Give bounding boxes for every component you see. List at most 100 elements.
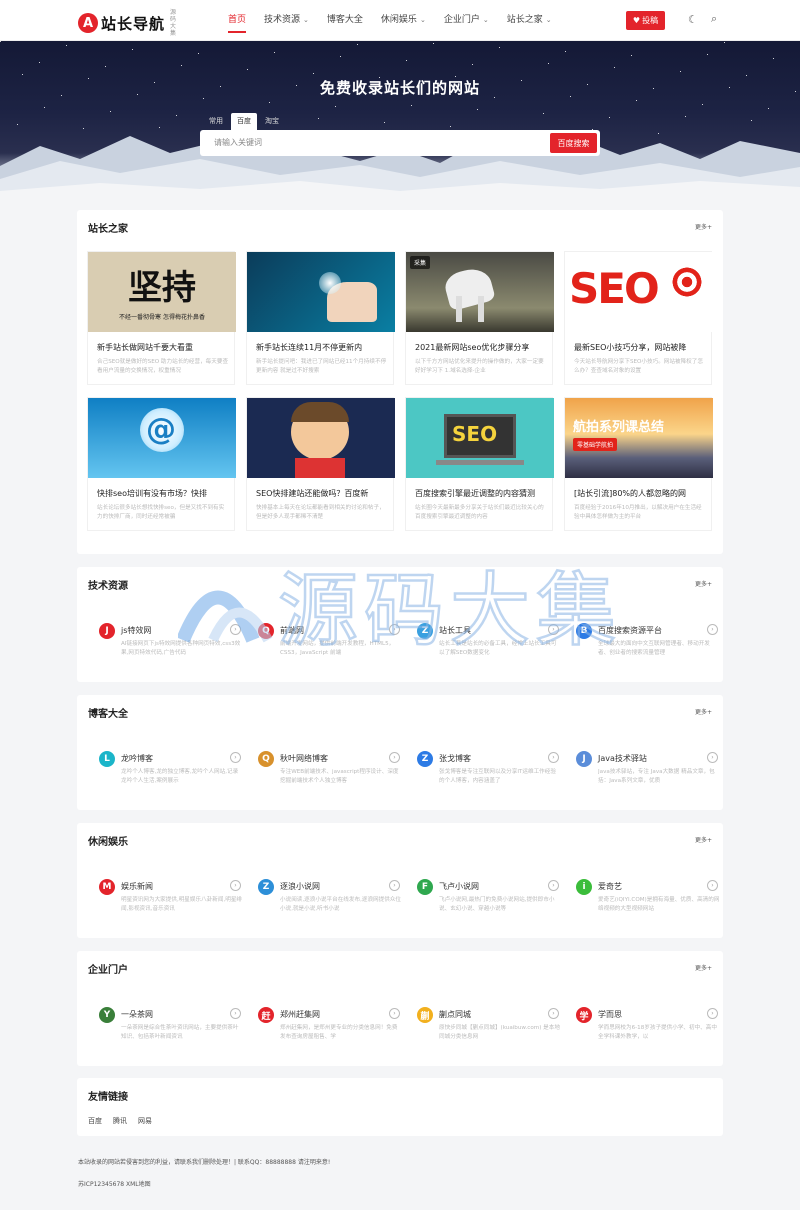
arrow-right-icon[interactable]: › [230, 1008, 241, 1019]
site-item[interactable]: Jjs特效网 › AI链接网页下js特效网提供各种网页特效,css3效果,网页特效代… [99, 623, 245, 663]
site-name[interactable]: Java技术驿站 [598, 753, 647, 764]
search-input[interactable]: 请输入关键词 [214, 130, 262, 156]
arrow-right-icon[interactable]: › [707, 624, 718, 635]
site-item[interactable]: Q 秋叶网络博客 › 专注WEB前端技术、javascript程序设计、深度挖掘前端技… [258, 751, 404, 791]
site-name[interactable]: 龙吟博客 [121, 753, 153, 764]
arrow-right-icon[interactable]: › [548, 880, 559, 891]
site-item[interactable]: L 龙吟博客 › 龙吟个人博客,龙的独立博客,龙吟个人网站,记录龙吟个人生活,案例展示 [99, 751, 245, 791]
site-name[interactable]: 飞卢小说网 [439, 881, 479, 892]
arrow-right-icon[interactable]: › [707, 1008, 718, 1019]
site-logo-icon: Y [99, 1007, 115, 1023]
article-title[interactable]: 2021最新网站seo优化步骤分享 [415, 342, 547, 353]
arrow-right-icon[interactable]: › [548, 624, 559, 635]
site-item[interactable]: B 百度搜索资源平台 › 全球最大的面向中文互联网管理者、移动开发者、创业者的搜索流量… [576, 623, 722, 663]
site-item[interactable]: i 爱奇艺 › 爱奇艺(iQIYI.COM)是拥有海量、优质、高清的网络视频的大型视频… [576, 879, 722, 919]
arrow-right-icon[interactable]: › [389, 880, 400, 891]
site-item[interactable]: M 娱乐新闻 › 明星资讯网为大家提供,明星娱乐八卦新闻,明星绯闻,影视资讯,音乐资讯 [99, 879, 245, 919]
site-name[interactable]: 站长工具 [439, 625, 471, 636]
search-icon[interactable]: ⌕ [711, 12, 717, 26]
site-item[interactable]: Q 前端网 › 前端开发网站，提供前端开发教程，HTML5，CSS3，JavaScri… [258, 623, 404, 663]
nav-item-1[interactable]: 技术资源 ⌄ [264, 0, 309, 41]
more-link[interactable]: 更多+ [695, 222, 712, 231]
nav-item-2[interactable]: 博客大全 [327, 0, 363, 41]
site-name[interactable]: 蒯点同城 [439, 1009, 471, 1020]
article-thumbnail[interactable]: SEO [565, 252, 713, 332]
nav-item-0[interactable]: 首页 [228, 0, 247, 41]
article-card[interactable]: 航拍系列课总结 零基础学航拍 [站长引流]80%的人都忽略的网 百度经验于2016年1… [564, 397, 713, 531]
nav-item-3[interactable]: 休闲娱乐 ⌄ [381, 0, 426, 41]
more-link[interactable]: 更多+ [695, 835, 712, 844]
more-link[interactable]: 更多+ [695, 963, 712, 972]
article-title[interactable]: [站长引流]80%的人都忽略的网 [574, 488, 706, 499]
site-name[interactable]: 百度搜索资源平台 [598, 625, 662, 636]
arrow-right-icon[interactable]: › [230, 880, 241, 891]
article-title[interactable]: 最新SEO小技巧分享，网站被降 [574, 342, 706, 353]
more-link[interactable]: 更多+ [695, 707, 712, 716]
article-card[interactable]: 采集 2021最新网站seo优化步骤分享 以下千方方网站优化来提升的操作做的，大家一… [405, 251, 554, 385]
article-thumbnail[interactable]: 坚持 不经一番彻骨寒 怎得梅花扑鼻香 [88, 252, 236, 332]
dark-mode-icon[interactable]: ☾ [688, 13, 698, 26]
arrow-right-icon[interactable]: › [230, 624, 241, 635]
site-name[interactable]: 前端网 [280, 625, 304, 636]
article-card[interactable]: 新手站长连续11月不停更新内 新手站长提问吧：我进已了网站已经11个月持续不停更新… [246, 251, 395, 385]
article-thumbnail[interactable]: 航拍系列课总结 零基础学航拍 [565, 398, 713, 478]
arrow-right-icon[interactable]: › [707, 752, 718, 763]
site-name[interactable]: js特效网 [121, 625, 151, 636]
site-item[interactable]: 学学而思 › 学而思网校为6-18岁孩子提供小学、初中、高中全学科课外教学，以 [576, 1007, 722, 1047]
submit-site-button[interactable]: ♥ 投稿 [626, 11, 665, 30]
site-name[interactable]: 秋叶网络博客 [280, 753, 328, 764]
article-thumbnail[interactable]: @ [88, 398, 236, 478]
arrow-right-icon[interactable]: › [389, 624, 400, 635]
site-name[interactable]: 张戈博客 [439, 753, 471, 764]
footer-icp[interactable]: 苏ICP12345678 XML地图 [78, 1179, 151, 1188]
nav-item-5[interactable]: 站长之家 ⌄ [507, 0, 552, 41]
article-card[interactable]: SEO 最新SEO小技巧分享，网站被降 今天站长导航网分享下SEO小技巧。网站被降权… [564, 251, 713, 385]
article-card[interactable]: SEO 百度搜索引擎最近调整的内容猜测 站长圈今天最新最多分享关于站长们最近比较关心… [405, 397, 554, 531]
nav-label: 企业门户 [443, 15, 480, 25]
site-logo-icon: 蒯 [417, 1007, 433, 1023]
search-tab-0[interactable]: 常用 [203, 113, 229, 130]
site-name[interactable]: 一朵茶网 [121, 1009, 153, 1020]
site-logo[interactable]: A 站长导航 源码大集 [78, 9, 178, 37]
arrow-right-icon[interactable]: › [548, 1008, 559, 1019]
site-item[interactable]: Z 张戈博客 › 张戈博客是专注互联网以及分享IT运维工作经验的个人博客，内容涵盖了 [417, 751, 563, 791]
site-description: 明星资讯网为大家提供,明星娱乐八卦新闻,明星绯闻,影视资讯,音乐资讯 [121, 897, 243, 912]
site-name[interactable]: 娱乐新闻 [121, 881, 153, 892]
article-thumbnail[interactable] [247, 252, 395, 332]
search-tab-1[interactable]: 百度 [231, 113, 257, 130]
nav-item-4[interactable]: 企业门户 ⌄ [444, 0, 489, 41]
site-item[interactable]: Z 逐浪小说网 › 小说阅读,逐浪小说平台在线发布,逐浪网提供众位小说,就是小说,听书… [258, 879, 404, 919]
article-card[interactable]: @ 快排seo培训有没有市场？快排 站长论坛很多站长想找快排seo，但是又找不到有实… [87, 397, 236, 531]
search-submit-button[interactable]: 百度搜索 [550, 133, 597, 153]
arrow-right-icon[interactable]: › [389, 752, 400, 763]
site-name[interactable]: 学而思 [598, 1009, 622, 1020]
site-name[interactable]: 郑州赶集网 [280, 1009, 320, 1020]
article-title[interactable]: SEO快排建站还能做吗？百度新 [256, 488, 388, 499]
article-thumbnail[interactable] [247, 398, 395, 478]
site-item[interactable]: J Java技术驿站 › Java技术驿站，专注 Java大数据 精品文章，包括：Ja… [576, 751, 722, 791]
arrow-right-icon[interactable]: › [230, 752, 241, 763]
arrow-right-icon[interactable]: › [548, 752, 559, 763]
site-item[interactable]: 蒯蒯点同城 › 原快步同城【蒯点同城】(kuaibuw.com) 是本地同城分类信息… [417, 1007, 563, 1047]
article-card[interactable]: SEO快排建站还能做吗？百度新 快排基本上每天在论坛都能看到相关的讨论和帖子，但是… [246, 397, 395, 531]
article-title[interactable]: 新手站长做网站千要大看重 [97, 342, 229, 353]
friend-link[interactable]: 百度 [88, 1116, 102, 1126]
arrow-right-icon[interactable]: › [389, 1008, 400, 1019]
article-card[interactable]: 坚持 不经一番彻骨寒 怎得梅花扑鼻香 新手站长做网站千要大看重 合己SEO就是做好的S… [87, 251, 236, 385]
friend-link[interactable]: 腾讯 [113, 1116, 127, 1126]
site-item[interactable]: 赶郑州赶集网 › 郑州赶集网，是郑州更专业的分类信息网！免费发布查询房屋租售、学 [258, 1007, 404, 1047]
more-link[interactable]: 更多+ [695, 579, 712, 588]
arrow-right-icon[interactable]: › [707, 880, 718, 891]
site-item[interactable]: Z 站长工具 › 站长工具是站长的必备工具，经常上站长工具可以了解SEO数据变化 [417, 623, 563, 663]
site-description: 爱奇艺(iQIYI.COM)是拥有海量、优质、高清的网络视频的大型视频网站 [598, 897, 720, 912]
site-item[interactable]: Y 一朵茶网 › 一朵茶网是综合性茶叶资讯网站，主要提供茶叶知识、包括茶叶新闻资讯 [99, 1007, 245, 1047]
site-item[interactable]: F 飞卢小说网 › 飞卢小说网,最热门的免费小说网站,提供即市小说、玄幻小说、穿越小说… [417, 879, 563, 919]
site-name[interactable]: 爱奇艺 [598, 881, 622, 892]
article-thumbnail[interactable]: SEO [406, 398, 554, 478]
article-title[interactable]: 百度搜索引擎最近调整的内容猜测 [415, 488, 547, 499]
article-title[interactable]: 快排seo培训有没有市场？快排 [97, 488, 229, 499]
search-tab-2[interactable]: 淘宝 [259, 113, 285, 130]
friend-link[interactable]: 网易 [138, 1116, 152, 1126]
article-title[interactable]: 新手站长连续11月不停更新内 [256, 342, 388, 353]
site-name[interactable]: 逐浪小说网 [280, 881, 320, 892]
